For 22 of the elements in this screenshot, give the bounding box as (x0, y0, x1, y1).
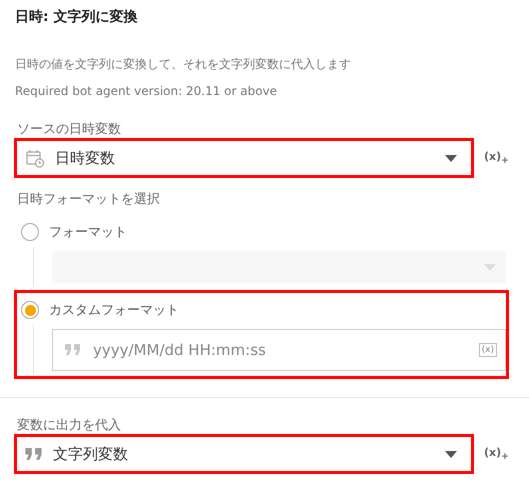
radio-button[interactable] (21, 301, 39, 319)
caret-icon (484, 264, 496, 270)
variable-icon[interactable]: (x) (478, 343, 497, 357)
description: 日時の値を文字列に変換して、それを文字列変数に代入します (15, 56, 352, 73)
calendar-clock-icon (25, 148, 45, 168)
insert-variable-button[interactable]: (x)$_{+}$ (484, 446, 509, 462)
field-label: 変数に出力を代入 (17, 417, 122, 434)
field-label: 日時フォーマットを選択 (17, 191, 161, 208)
panel-title: 日時: 文字列に変換 (15, 8, 138, 26)
radio-label[interactable]: フォーマット (49, 223, 127, 241)
quote-icon (25, 448, 43, 460)
field-label: ソースの日時変数 (17, 121, 122, 138)
quote-icon (65, 344, 81, 356)
caret-icon (445, 154, 457, 162)
source-select[interactable]: 日時変数 (14, 138, 474, 178)
insert-variable-button[interactable]: (x)$_{+}$ (484, 150, 509, 166)
caret-icon (445, 450, 457, 458)
version-note: Required bot agent version: 20.11 or above (15, 84, 278, 98)
output-select[interactable]: 文字列変数 (14, 434, 474, 474)
radio-button[interactable] (21, 223, 39, 241)
radio-label[interactable]: カスタムフォーマット (49, 301, 179, 319)
custom-format-field[interactable]: yyyy/MM/dd HH:mm:ss (x) (52, 329, 506, 371)
